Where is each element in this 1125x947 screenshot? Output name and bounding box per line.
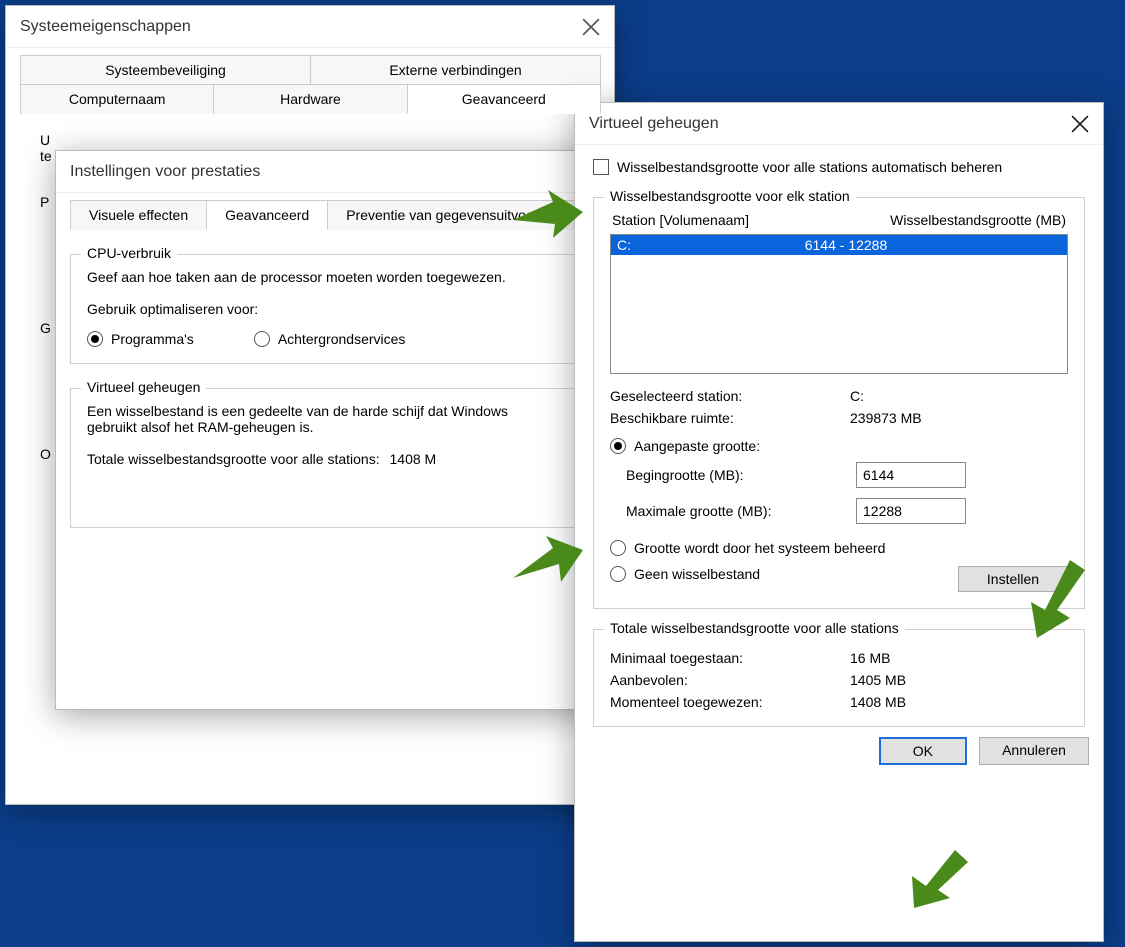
drive-listbox[interactable]: C: 6144 - 12288 bbox=[610, 234, 1068, 374]
max-size-label: Maximale grootte (MB): bbox=[626, 503, 836, 519]
radio-system-label: Grootte wordt door het systeem beheerd bbox=[634, 540, 885, 556]
radio-programs-label: Programma's bbox=[111, 331, 194, 347]
set-button[interactable]: Instellen bbox=[958, 566, 1068, 592]
min-label: Minimaal toegestaan: bbox=[610, 650, 850, 666]
rec-value: 1405 MB bbox=[850, 672, 906, 688]
cpu-text: Geef aan hoe taken aan de processor moet… bbox=[87, 269, 517, 285]
sysprops-title: Systeemeigenschappen bbox=[20, 18, 191, 36]
tab-advanced[interactable]: Geavanceerd bbox=[407, 84, 601, 114]
total-group-title: Totale wisselbestandsgrootte voor alle s… bbox=[604, 620, 905, 636]
tab-computername[interactable]: Computernaam bbox=[20, 84, 214, 114]
radio-programs[interactable]: Programma's bbox=[87, 331, 194, 347]
tab-perf-advanced[interactable]: Geavanceerd bbox=[206, 200, 328, 230]
vm-titlebar: Virtueel geheugen bbox=[575, 103, 1103, 145]
per-drive-title: Wisselbestandsgrootte voor elk station bbox=[604, 188, 856, 204]
max-size-input[interactable] bbox=[856, 498, 966, 524]
radio-background[interactable]: Achtergrondservices bbox=[254, 331, 406, 347]
vm-bottom-buttons: OK Annuleren bbox=[575, 727, 1103, 779]
ok-button[interactable]: OK bbox=[879, 737, 967, 765]
col-station: Station [Volumenaam] bbox=[612, 212, 749, 228]
vm-total-value: 1408 M bbox=[390, 451, 437, 467]
space-value: 239873 MB bbox=[850, 410, 922, 426]
drive-size: 6144 - 12288 bbox=[631, 237, 1061, 253]
virtual-memory-window: Virtueel geheugen Wisselbestandsgrootte … bbox=[574, 102, 1104, 942]
tab-remote[interactable]: Externe verbindingen bbox=[310, 55, 601, 84]
cur-value: 1408 MB bbox=[850, 694, 906, 710]
radio-custom-label: Aangepaste grootte: bbox=[634, 438, 760, 454]
initial-size-input[interactable] bbox=[856, 462, 966, 488]
sysprops-text-u: U bbox=[40, 132, 580, 148]
radio-empty-icon bbox=[254, 331, 270, 347]
vm-text: Een wisselbestand is een gedeelte van de… bbox=[87, 403, 547, 435]
vm-group-title: Virtueel geheugen bbox=[81, 379, 206, 395]
space-label: Beschikbare ruimte: bbox=[610, 410, 850, 426]
cancel-button[interactable]: Annuleren bbox=[979, 737, 1089, 765]
vm-title: Virtueel geheugen bbox=[589, 115, 719, 133]
radio-none-label: Geen wisselbestand bbox=[634, 566, 760, 582]
tab-visual-effects[interactable]: Visuele effecten bbox=[70, 200, 207, 230]
vm-total-label: Totale wisselbestandsgrootte voor alle s… bbox=[87, 451, 380, 467]
col-size: Wisselbestandsgrootte (MB) bbox=[890, 212, 1066, 228]
initial-size-label: Begingrootte (MB): bbox=[626, 467, 836, 483]
cpu-group-title: CPU-verbruik bbox=[81, 245, 177, 261]
close-icon[interactable] bbox=[582, 18, 600, 36]
close-icon[interactable] bbox=[1071, 115, 1089, 133]
checkbox-icon bbox=[593, 159, 609, 175]
auto-manage-checkbox[interactable]: Wisselbestandsgrootte voor alle stations… bbox=[593, 159, 1085, 175]
selected-station-value: C: bbox=[850, 388, 864, 404]
list-header: Station [Volumenaam] Wisselbestandsgroot… bbox=[610, 212, 1068, 230]
radio-empty-icon bbox=[610, 566, 626, 582]
radio-custom-size[interactable]: Aangepaste grootte: bbox=[610, 438, 1068, 454]
per-drive-group: Wisselbestandsgrootte voor elk station S… bbox=[593, 197, 1085, 609]
radio-no-paging[interactable]: Geen wisselbestand bbox=[610, 566, 760, 582]
drive-name: C: bbox=[617, 237, 631, 253]
cur-label: Momenteel toegewezen: bbox=[610, 694, 850, 710]
radio-dot-icon bbox=[87, 331, 103, 347]
radio-empty-icon bbox=[610, 540, 626, 556]
tabs-row-top: Systeembeveiliging Externe verbindingen bbox=[20, 54, 600, 84]
radio-dot-icon bbox=[610, 438, 626, 454]
drive-row-c[interactable]: C: 6144 - 12288 bbox=[611, 235, 1067, 255]
min-value: 16 MB bbox=[850, 650, 890, 666]
perf-title: Instellingen voor prestaties bbox=[70, 163, 260, 181]
radio-bg-label: Achtergrondservices bbox=[278, 331, 406, 347]
tab-security[interactable]: Systeembeveiliging bbox=[20, 55, 311, 84]
radio-system-managed[interactable]: Grootte wordt door het systeem beheerd bbox=[610, 540, 1068, 556]
sysprops-titlebar: Systeemeigenschappen bbox=[6, 6, 614, 48]
auto-manage-label: Wisselbestandsgrootte voor alle stations… bbox=[617, 159, 1002, 175]
selected-station-label: Geselecteerd station: bbox=[610, 388, 850, 404]
total-group: Totale wisselbestandsgrootte voor alle s… bbox=[593, 629, 1085, 727]
tabs-row-bottom: Computernaam Hardware Geavanceerd bbox=[20, 83, 600, 114]
rec-label: Aanbevolen: bbox=[610, 672, 850, 688]
tab-hardware[interactable]: Hardware bbox=[213, 84, 407, 114]
